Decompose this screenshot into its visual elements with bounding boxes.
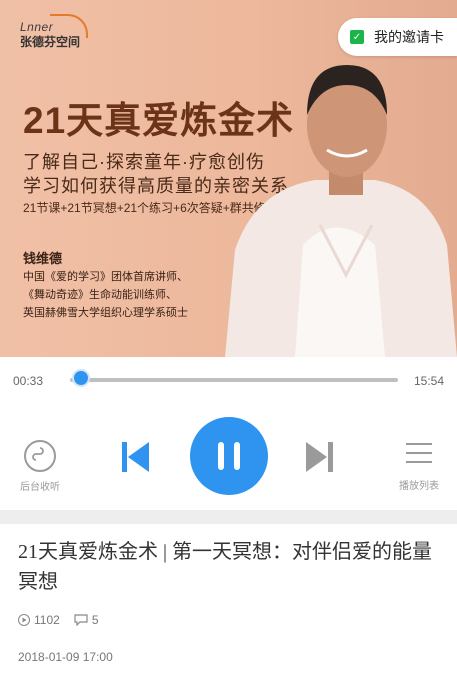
next-track-icon[interactable] — [305, 442, 333, 472]
previous-track-icon[interactable] — [122, 442, 150, 472]
progress-track[interactable] — [70, 378, 398, 382]
episode-stats: 1102 5 — [18, 613, 99, 627]
speaker-credential: 英国赫佛雪大学组织心理学系硕士 — [23, 307, 188, 319]
section-divider — [0, 510, 457, 524]
play-count-icon — [18, 614, 30, 626]
comment-count: 5 — [91, 613, 99, 627]
play-count: 1102 — [34, 613, 60, 627]
speaker-name: 钱维德 — [23, 251, 63, 266]
speaker-photo — [225, 65, 457, 357]
playlist-button[interactable]: 播放列表 — [395, 442, 443, 492]
progress-row: 00:33 15:54 — [0, 357, 457, 407]
pause-button[interactable] — [190, 417, 268, 495]
total-time: 15:54 — [413, 374, 444, 388]
background-listen-icon — [24, 440, 56, 472]
logo-arc-icon — [50, 14, 88, 38]
speaker-credential: 《舞动奇迹》生命动能训练师、 — [23, 289, 177, 301]
episode-title: 21天真爱炼金术 | 第一天冥想：对伴侣爱的能量冥想 — [18, 541, 433, 593]
comment-icon — [74, 614, 88, 626]
background-play-button[interactable]: 后台收听 — [17, 440, 63, 493]
playlist-label: 播放列表 — [399, 481, 439, 492]
playlist-icon — [406, 443, 432, 463]
pause-icon — [234, 442, 240, 470]
background-play-label: 后台收听 — [20, 482, 60, 493]
course-banner: Lnner 张德芬空间 ✓ 我的邀请卡 21天真爱炼金术 了解自己·探索童年·疗… — [0, 0, 457, 357]
logo: Lnner 张德芬空间 — [20, 14, 88, 50]
pause-icon — [218, 442, 224, 470]
publish-date: 2018-01-09 17:00 — [18, 650, 113, 664]
player-controls: 后台收听 播放列表 — [0, 410, 457, 508]
progress-knob[interactable] — [72, 369, 91, 387]
current-time: 00:33 — [13, 374, 44, 388]
speaker-credential: 中国《爱的学习》团体首席讲师、 — [23, 271, 188, 283]
